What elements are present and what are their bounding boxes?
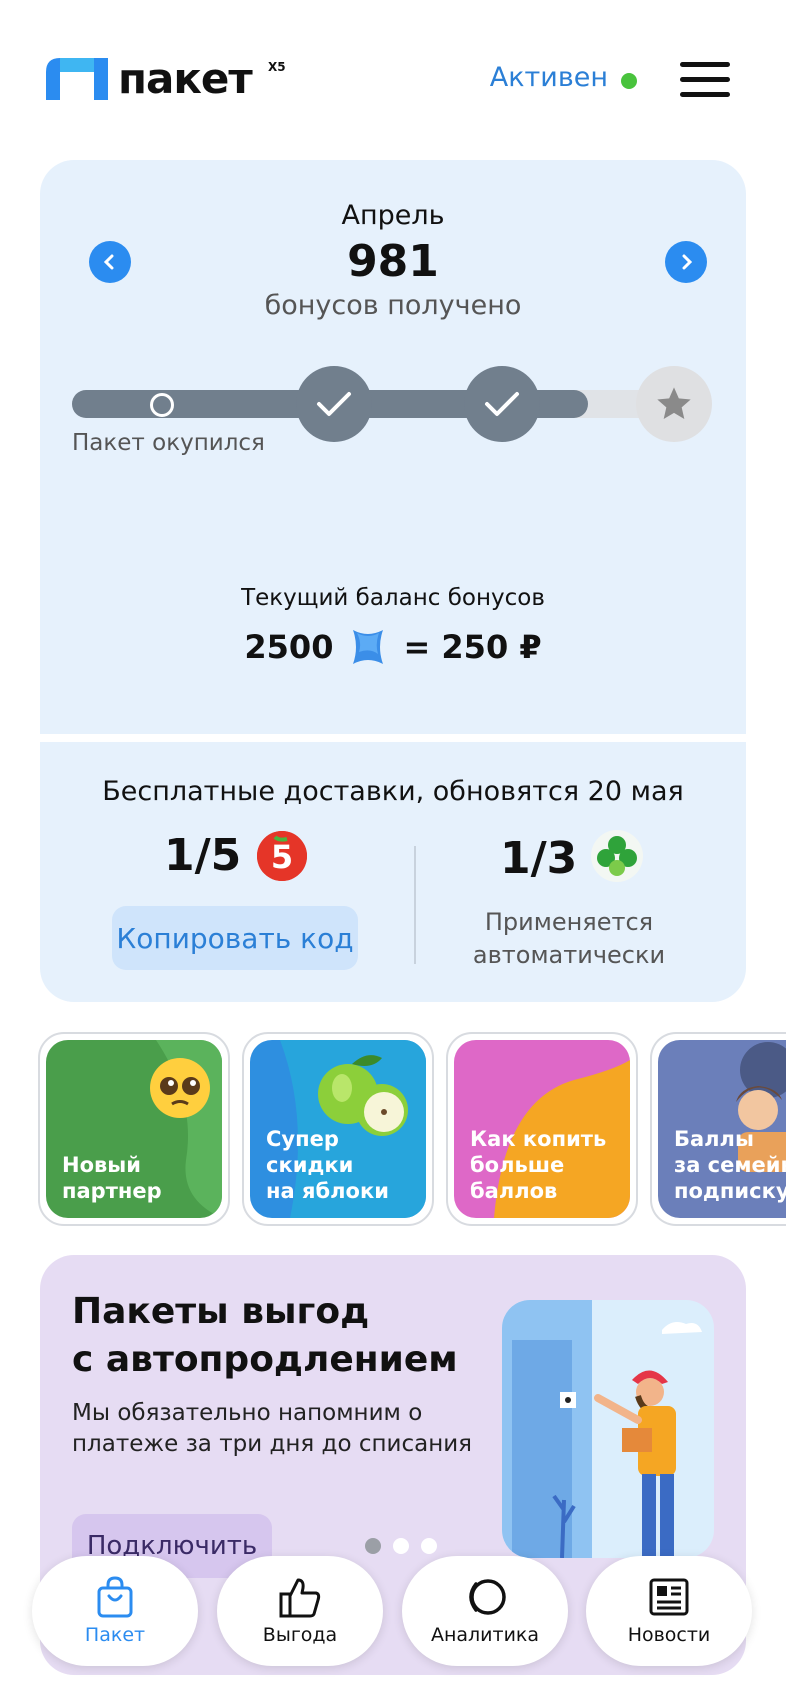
auto-note-line2: автоматически [472,941,666,969]
perekrestok-counter: 1/3 [500,830,644,886]
copy-code-button[interactable]: Копировать код [112,906,358,970]
story-new-partner[interactable]: Новый партнер [38,1032,230,1226]
tab-label: Новости [627,1624,711,1646]
auto-note-line1: Применяется [484,908,654,936]
menu-button[interactable] [680,62,730,98]
x5-badge: X5 [268,60,286,74]
perekrestok-count: 1/3 [500,832,578,884]
progress-label: Пакет окупился [72,430,265,456]
news-icon [649,1578,689,1616]
pyaterochka-logo-icon: 5 [257,830,308,881]
story-label: Новый партнер [62,1153,162,1203]
balance-row: 2500 = 250 ₽ [0,624,786,670]
tab-analitika[interactable]: Аналитика [402,1556,568,1666]
tab-paket[interactable]: Пакет [32,1556,198,1666]
story-label: Супер скидки на яблоки [266,1127,389,1203]
story-label: Как копить больше баллов [470,1127,607,1203]
pyaterochka-counter: 1/5 5 [164,830,308,881]
analytics-icon [469,1579,506,1615]
logo-icon [46,58,108,100]
subscription-status: Активен [489,62,608,93]
promo-title: Пакеты выгод с автопродлением [72,1291,458,1380]
tab-label: Аналитика [430,1624,540,1646]
chevron-right-icon [682,254,693,270]
tab-label: Пакет [84,1624,146,1646]
logo-text: пакет [118,54,253,103]
delivery-divider [414,846,416,964]
bonus-x-icon [353,630,384,664]
story-earn-more[interactable]: Как копить больше баллов [446,1032,638,1226]
app-logo: пакет [46,54,253,103]
bonus-caption: бонусов получено [264,290,522,321]
tab-novosti[interactable]: Новости [586,1556,752,1666]
carousel-dot-3[interactable] [421,1538,437,1554]
promo-text: Мы обязательно напомним о платеже за три… [72,1400,473,1457]
next-month-button[interactable] [665,241,707,283]
milestone-star-icon [636,366,712,442]
tab-vygoda[interactable]: Выгода [217,1556,383,1666]
status-dot-icon [621,73,637,89]
pleading-emoji-icon [150,1058,210,1118]
thumbs-up-icon [279,1578,321,1618]
auto-apply-note: Применяется автоматически [448,906,690,972]
story-label: Баллы за семейн подписку [674,1127,786,1203]
pyaterochka-count: 1/5 [164,830,242,881]
carousel-dot-1[interactable] [365,1538,381,1554]
shopping-bag-icon [97,1576,133,1618]
carousel-dot-2[interactable] [393,1538,409,1554]
chevron-left-icon [103,254,114,270]
svg-text:5: 5 [271,838,293,876]
delivery-title: Бесплатные доставки, обновятся 20 мая [102,776,684,807]
prev-month-button[interactable] [89,241,131,283]
milestone-2-check-icon [464,366,540,442]
balance-label: Текущий баланс бонусов [241,585,545,611]
perekrestok-logo-icon [591,830,644,886]
balance-points: 2500 [244,628,334,666]
story-apple-discounts[interactable]: Супер скидки на яблоки [242,1032,434,1226]
progress-marker [150,393,174,417]
tab-label: Выгода [262,1624,338,1646]
balance-rub: = 250 ₽ [403,628,542,666]
milestone-1-check-icon [296,366,372,442]
story-family-subscription[interactable]: Баллы за семейн подписку [650,1032,786,1226]
month-label: Апрель [341,200,445,231]
courier-illustration-icon [502,1300,714,1558]
